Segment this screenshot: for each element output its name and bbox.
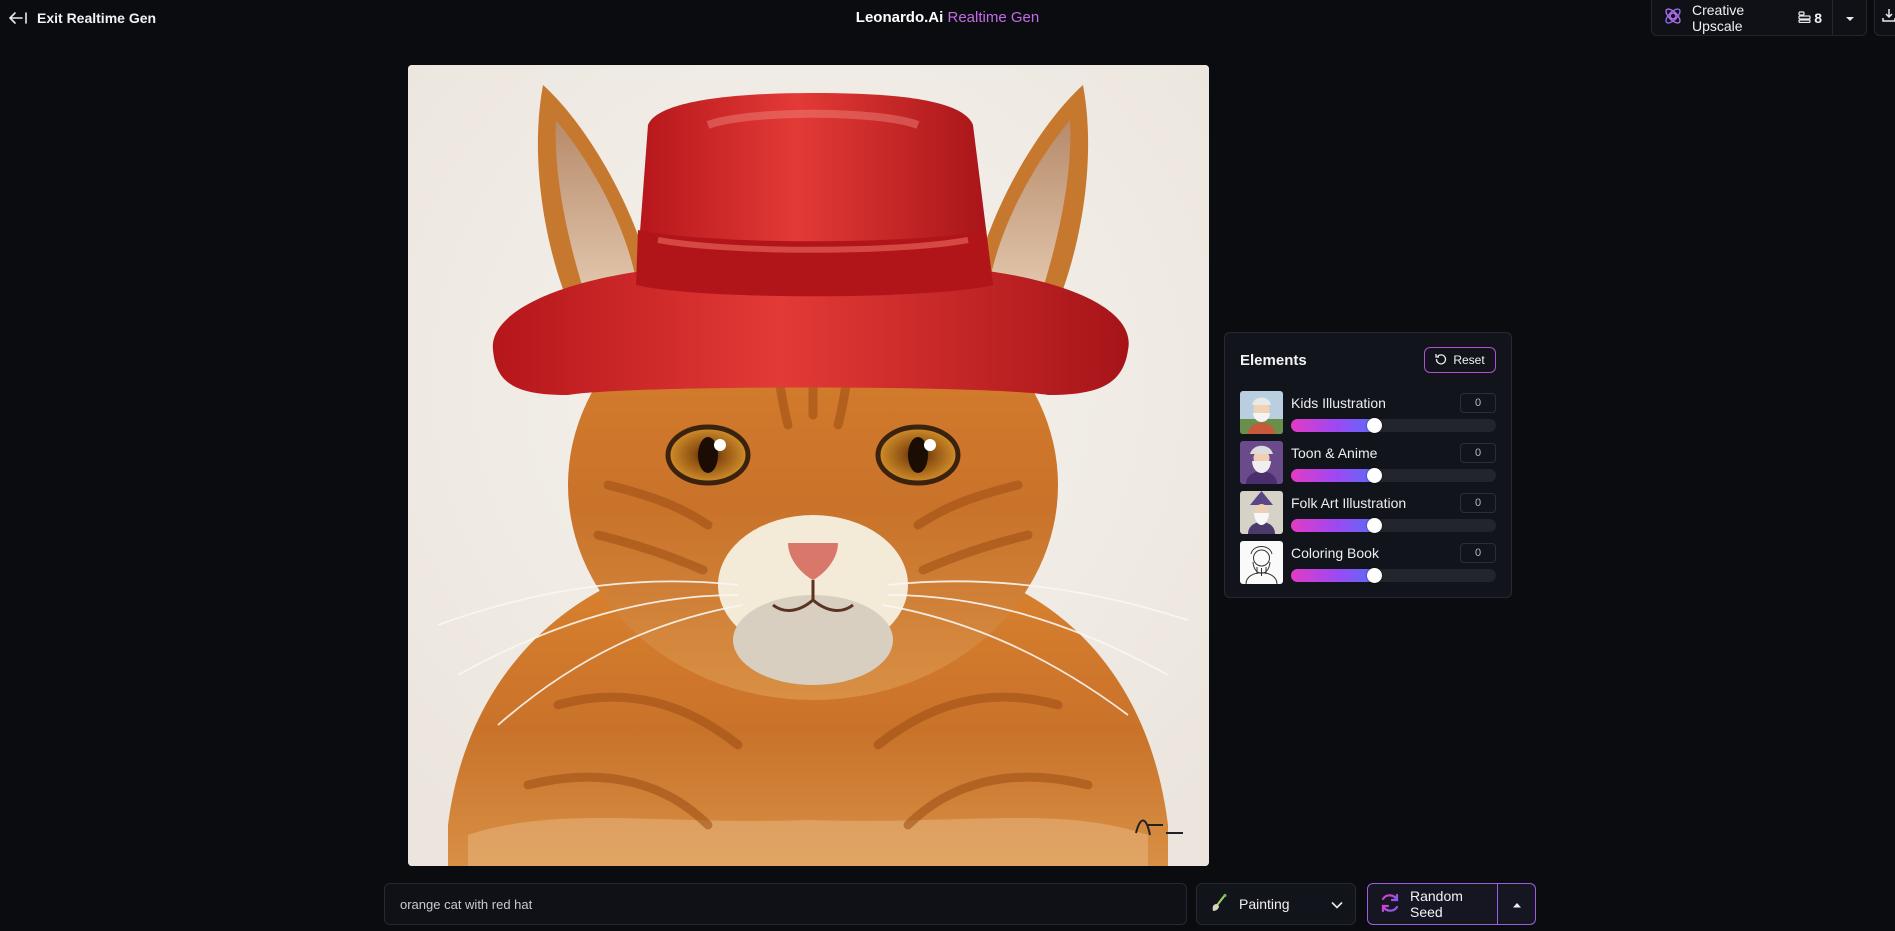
element-name: Kids Illustration	[1291, 395, 1386, 411]
paintbrush-icon	[1209, 893, 1229, 916]
element-strength-slider[interactable]	[1291, 418, 1496, 433]
seed-label: Random Seed	[1410, 888, 1463, 920]
generated-image	[408, 65, 1209, 866]
exit-label: Exit Realtime Gen	[37, 10, 157, 26]
element-strength-slider[interactable]	[1291, 568, 1496, 583]
element-name: Folk Art Illustration	[1291, 495, 1407, 511]
element-thumbnail	[1240, 490, 1283, 534]
exit-realtime-gen-button[interactable]: Exit Realtime Gen	[8, 6, 156, 30]
element-name: Coloring Book	[1291, 545, 1379, 561]
arrow-left-bar-icon	[8, 11, 28, 25]
element-value-input[interactable]: 0	[1460, 543, 1496, 563]
reset-label: Reset	[1453, 353, 1485, 367]
elements-panel-title: Elements	[1240, 351, 1307, 369]
upscale-cost-value: 8	[1814, 9, 1822, 26]
download-icon	[1882, 8, 1895, 27]
upscale-label: Creative Upscale	[1692, 1, 1745, 34]
slider-handle[interactable]	[1367, 518, 1383, 533]
upscale-orbit-icon	[1662, 5, 1684, 30]
elements-panel: Elements Reset Kids Illustration 0 Toon …	[1224, 332, 1512, 598]
download-button[interactable]	[1874, 0, 1895, 36]
coins-icon	[1798, 10, 1811, 26]
element-value-input[interactable]: 0	[1460, 493, 1496, 513]
element-row-coloring-book: Coloring Book 0	[1240, 537, 1496, 587]
element-strength-slider[interactable]	[1291, 518, 1496, 533]
element-thumbnail	[1240, 390, 1283, 434]
element-row-toon-anime: Toon & Anime 0	[1240, 437, 1496, 487]
element-thumbnail	[1240, 440, 1283, 484]
slider-handle[interactable]	[1367, 468, 1383, 483]
slider-handle[interactable]	[1367, 418, 1383, 433]
upscale-options-dropdown[interactable]	[1832, 0, 1866, 35]
element-value-input[interactable]: 0	[1460, 443, 1496, 463]
slider-handle[interactable]	[1367, 568, 1383, 583]
slider-fill	[1291, 419, 1376, 432]
slider-fill	[1291, 469, 1376, 482]
reset-icon	[1435, 353, 1447, 368]
prompt-input[interactable]	[384, 883, 1187, 925]
creative-upscale-button[interactable]: Creative Upscale 8	[1652, 0, 1832, 35]
creative-upscale-group: Creative Upscale 8	[1651, 0, 1867, 36]
element-name: Toon & Anime	[1291, 445, 1378, 461]
element-row-folk-art-illustration: Folk Art Illustration 0	[1240, 487, 1496, 537]
slider-fill	[1291, 569, 1376, 582]
refresh-icon	[1379, 892, 1401, 917]
style-label: Painting	[1239, 896, 1290, 912]
seed-options-toggle[interactable]	[1497, 884, 1535, 924]
app-title: Leonardo.Ai Realtime Gen	[0, 9, 1895, 26]
brand-name: Leonardo.Ai	[855, 9, 944, 26]
elements-panel-header: Elements Reset	[1240, 333, 1496, 387]
seed-group: Random Seed	[1367, 883, 1536, 925]
random-seed-button[interactable]: Random Seed	[1368, 884, 1497, 924]
chevron-down-icon	[1331, 896, 1343, 912]
chevron-down-icon	[1845, 9, 1855, 27]
element-value-input[interactable]: 0	[1460, 393, 1496, 413]
caret-up-icon	[1512, 895, 1522, 913]
element-strength-slider[interactable]	[1291, 468, 1496, 483]
reset-elements-button[interactable]: Reset	[1424, 347, 1496, 373]
element-row-kids-illustration: Kids Illustration 0	[1240, 387, 1496, 437]
element-thumbnail	[1240, 540, 1283, 584]
mode-name: Realtime Gen	[947, 9, 1040, 26]
slider-fill	[1291, 519, 1376, 532]
upscale-cost: 8	[1798, 10, 1822, 26]
style-select[interactable]: Painting	[1196, 883, 1356, 925]
